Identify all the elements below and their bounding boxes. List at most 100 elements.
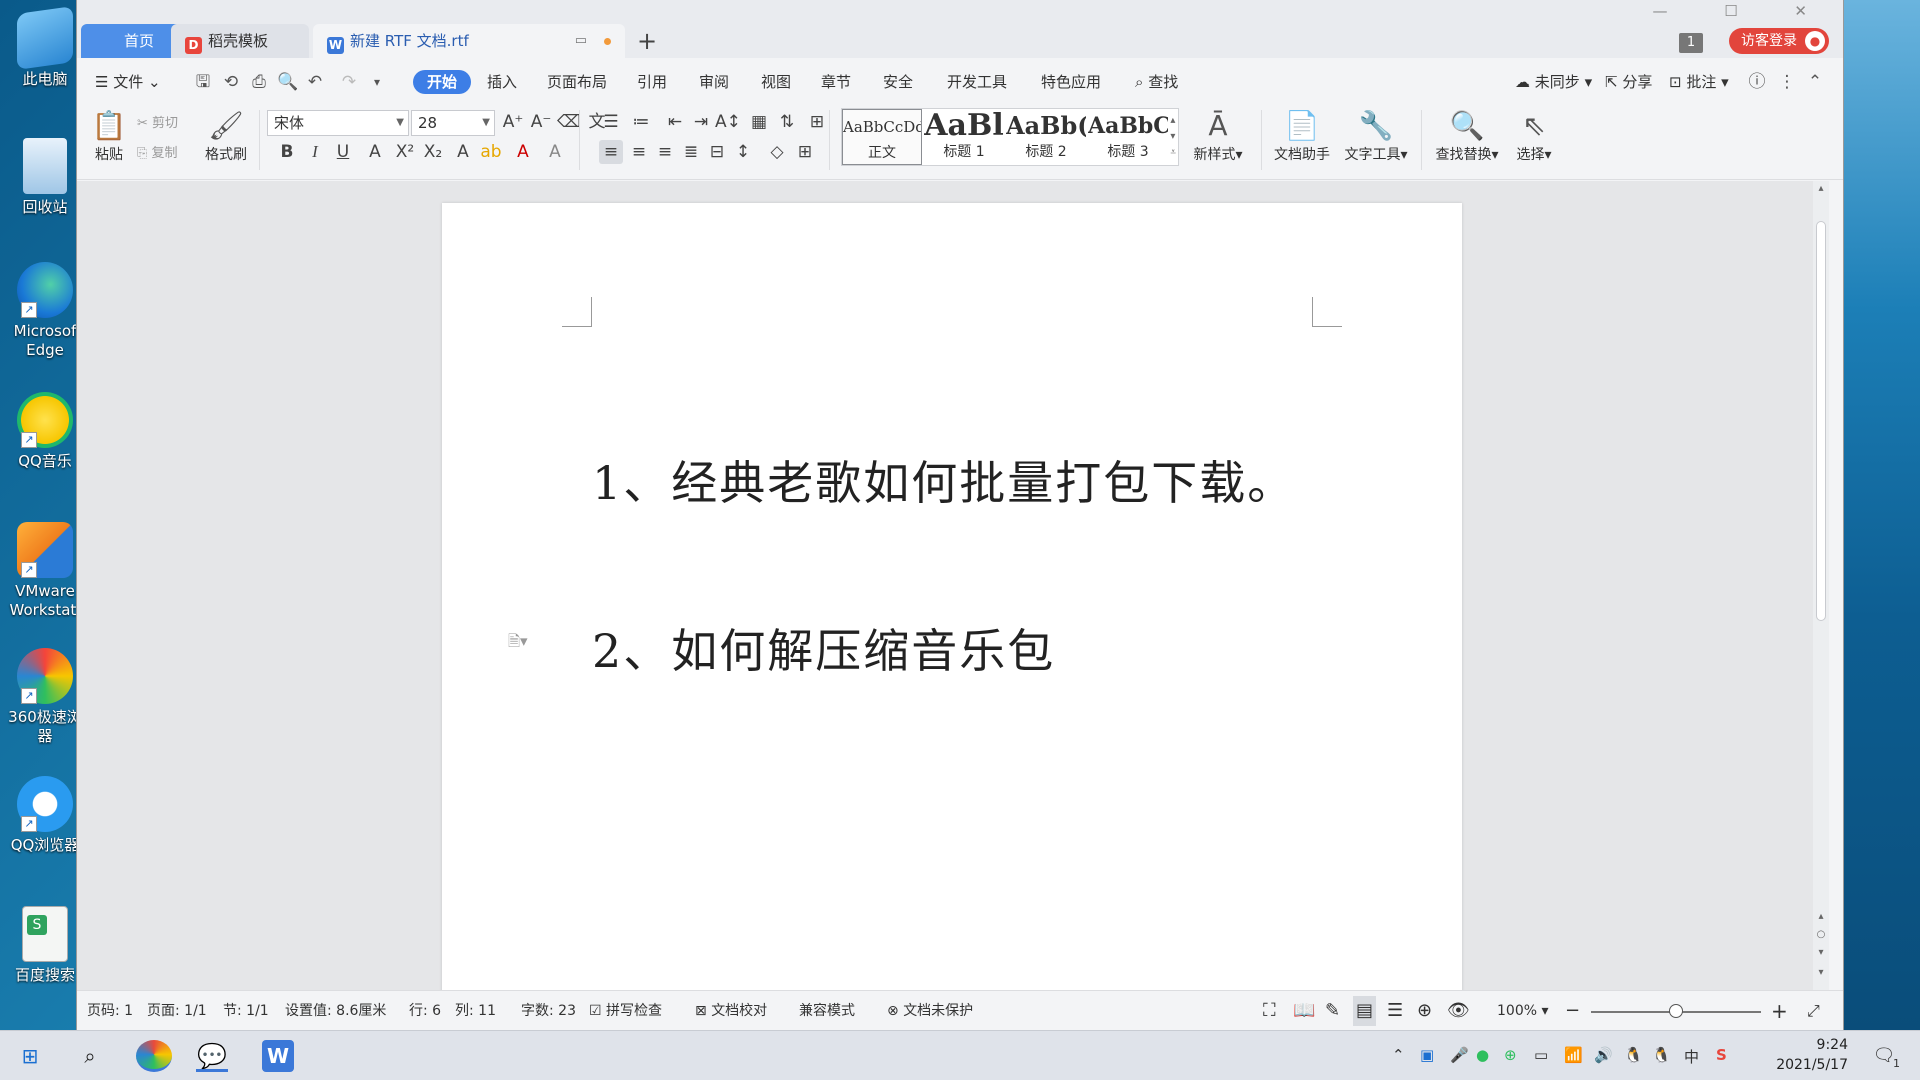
fullscreen-icon[interactable]: ⛶	[1263, 991, 1276, 1031]
numbered-list-icon[interactable]: ≔	[629, 110, 653, 134]
sync-status[interactable]: ☁ 未同步 ▾	[1515, 70, 1592, 94]
highlight-icon[interactable]: ab	[479, 140, 503, 164]
menu-tab-references[interactable]: 引用	[637, 70, 667, 94]
collapse-ribbon-icon[interactable]: ⌃	[1805, 72, 1825, 92]
sort-icon[interactable]: ⇅	[775, 110, 799, 134]
share-button[interactable]: ⇱ 分享	[1605, 70, 1652, 94]
start-button-windows-icon[interactable]: ⊞	[14, 1040, 46, 1072]
find-replace-button[interactable]: 🔍 查找替换▾	[1429, 108, 1505, 164]
paste-button[interactable]: 📋 粘贴	[87, 108, 131, 164]
style-gallery-scroll[interactable]: ▴ ▾ ⩡	[1170, 113, 1176, 161]
window-count-badge[interactable]: 1	[1679, 33, 1703, 53]
border-icon[interactable]: ⊞	[793, 140, 817, 164]
prev-page-icon[interactable]: ▴	[1813, 911, 1829, 922]
chinese-layout-icon[interactable]: ▦	[747, 110, 771, 134]
zoom-slider-knob[interactable]	[1669, 1004, 1683, 1018]
font-color-icon[interactable]: A	[511, 140, 535, 164]
eye-protect-icon[interactable]: 👁	[1447, 991, 1470, 1031]
text-direction-icon[interactable]: A↕	[715, 110, 741, 134]
text-tools-button[interactable]: 🔧 文字工具▾	[1339, 108, 1413, 164]
search-icon[interactable]: ⌕	[74, 1040, 106, 1072]
select-button[interactable]: ⇖ 选择▾	[1509, 108, 1559, 164]
outline-view-icon[interactable]: ☰	[1387, 991, 1403, 1031]
cut-button[interactable]: ✂ 剪切	[137, 112, 197, 131]
justify-icon[interactable]: ≣	[679, 140, 703, 164]
scroll-down-icon[interactable]: ▾	[1813, 967, 1829, 978]
status-column[interactable]: 列: 11	[455, 991, 496, 1031]
wps-taskbar-icon[interactable]: W	[262, 1040, 294, 1072]
document-page[interactable]: 1、经典老歌如何批量打包下载。 🗎▾ 2、如何解压缩音乐包	[442, 203, 1462, 990]
document-paragraph[interactable]: 1、经典老歌如何批量打包下载。	[592, 447, 1295, 513]
search-command[interactable]: ⌕ 查找	[1135, 70, 1178, 94]
show-marks-icon[interactable]: ⊞	[805, 110, 829, 134]
doc-protect-button[interactable]: ⊗ 文档未保护	[887, 991, 973, 1031]
superscript-icon[interactable]: X²	[393, 140, 417, 164]
align-left-icon[interactable]: ≡	[599, 140, 623, 164]
wifi-icon[interactable]: 📶	[1564, 1046, 1583, 1064]
page-view-icon[interactable]: ▤	[1353, 996, 1377, 1026]
document-paragraph[interactable]: 2、如何解压缩音乐包	[592, 615, 1055, 681]
menu-tab-start[interactable]: 开始	[413, 70, 472, 94]
bold-icon[interactable]: B	[275, 140, 299, 164]
status-row[interactable]: 行: 6	[409, 991, 441, 1031]
italic-icon[interactable]: I	[303, 140, 327, 164]
status-word-count[interactable]: 字数: 23	[521, 991, 576, 1031]
guest-login-button[interactable]: 访客登录 ●	[1729, 28, 1829, 54]
status-section[interactable]: 节: 1/1	[223, 991, 269, 1031]
help-icon[interactable]: ⓘ	[1747, 72, 1767, 92]
new-style-button[interactable]: Ā 新样式▾	[1183, 108, 1253, 164]
subscript-icon[interactable]: X₂	[421, 140, 445, 164]
zoom-level-select[interactable]: 100% ▾	[1497, 991, 1549, 1031]
print-preview-icon[interactable]: 🔍	[277, 72, 298, 92]
wechat-tray-icon[interactable]: ●	[1476, 1046, 1489, 1064]
monitor-icon[interactable]: ▭	[575, 24, 587, 58]
spell-check-button[interactable]: ☑ 拼写检查	[589, 991, 662, 1031]
distributed-icon[interactable]: ⊟	[705, 140, 729, 164]
underline-icon[interactable]: U	[331, 140, 355, 164]
menu-tab-chapter[interactable]: 章节	[821, 70, 851, 94]
web-view-icon[interactable]: ⊕	[1417, 991, 1432, 1031]
new-tab-button[interactable]: +	[637, 28, 657, 54]
text-effect-icon[interactable]: A	[451, 140, 475, 164]
font-size-select[interactable]: 28 ▼	[411, 110, 495, 136]
shading-icon[interactable]: ◇	[765, 140, 789, 164]
microphone-icon[interactable]: 🎤	[1450, 1046, 1469, 1064]
style-heading-3[interactable]: AaBbC 标题 3	[1088, 109, 1168, 165]
next-page-icon[interactable]: ▾	[1813, 947, 1829, 958]
menu-tab-insert[interactable]: 插入	[487, 70, 517, 94]
redo-icon[interactable]: ↷	[339, 72, 359, 92]
volume-icon[interactable]: 🔊	[1594, 1046, 1613, 1064]
grow-font-icon[interactable]: A⁺	[501, 110, 525, 134]
360-browser-taskbar-icon[interactable]	[136, 1040, 172, 1072]
style-heading-1[interactable]: AaBl 标题 1	[924, 109, 1004, 165]
align-center-icon[interactable]: ≡	[627, 140, 651, 164]
quick-tool-icon[interactable]: ⟲	[221, 72, 241, 92]
battery-icon[interactable]: ▭	[1534, 1046, 1548, 1064]
decrease-indent-icon[interactable]: ⇤	[663, 110, 687, 134]
menu-tab-security[interactable]: 安全	[883, 70, 913, 94]
clear-format-icon[interactable]: ⌫	[557, 110, 581, 134]
360-tray-icon[interactable]: ⊕	[1504, 1046, 1517, 1064]
increase-indent-icon[interactable]: ⇥	[689, 110, 713, 134]
strikethrough-icon[interactable]: A	[363, 140, 387, 164]
status-page-number[interactable]: 页码: 1	[87, 991, 133, 1031]
align-right-icon[interactable]: ≡	[653, 140, 677, 164]
quick-access-dropdown-icon[interactable]: ▾	[367, 72, 387, 92]
character-shading-icon[interactable]: A	[543, 140, 567, 164]
shrink-font-icon[interactable]: A⁻	[529, 110, 553, 134]
system-clock[interactable]: 9:24 2021/5/17	[1776, 1035, 1848, 1075]
wechat-icon[interactable]: 💬	[196, 1040, 228, 1072]
paragraph-handle-icon[interactable]: 🗎▾	[508, 631, 528, 656]
show-hidden-icons[interactable]: ⌃	[1392, 1046, 1405, 1064]
menu-tab-view[interactable]: 视图	[761, 70, 791, 94]
style-heading-2[interactable]: AaBb(标题 2	[1006, 109, 1086, 165]
status-setting[interactable]: 设置值: 8.6厘米	[285, 991, 386, 1031]
tab-document[interactable]: W 新建 RTF 文档.rtf ▭	[313, 24, 625, 58]
style-normal[interactable]: AaBbCcDd 正文	[842, 109, 922, 165]
qq-tray-icon[interactable]: 🐧	[1624, 1046, 1643, 1064]
write-mode-icon[interactable]: ✎	[1325, 991, 1340, 1031]
file-menu[interactable]: ☰ 文件 ⌄	[95, 70, 161, 94]
tab-docer-templates[interactable]: D 稻壳模板	[171, 24, 309, 58]
menu-tab-developer[interactable]: 开发工具	[947, 70, 1007, 94]
scrollbar-thumb[interactable]	[1816, 221, 1826, 621]
